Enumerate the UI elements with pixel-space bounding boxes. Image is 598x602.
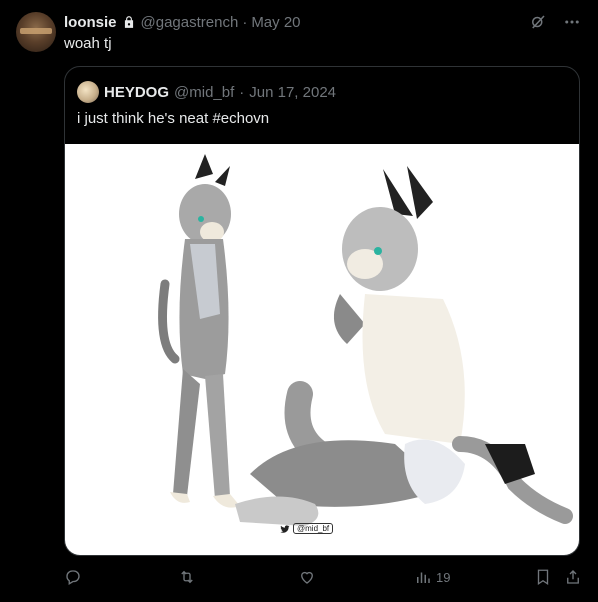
quote-author-avatar bbox=[77, 81, 99, 103]
tweet-text: woah tj bbox=[64, 35, 112, 52]
views-count: 19 bbox=[436, 569, 451, 585]
quote-date: Jun 17, 2024 bbox=[249, 83, 337, 101]
quote-separator-dot: · bbox=[239, 83, 245, 101]
separator-dot: · bbox=[242, 13, 248, 31]
retweet-button[interactable] bbox=[178, 568, 196, 586]
bookmark-icon bbox=[537, 569, 549, 586]
like-icon bbox=[301, 571, 313, 584]
like-button[interactable] bbox=[298, 568, 316, 586]
author-handle[interactable]: @gagastrench bbox=[141, 14, 239, 31]
views-icon bbox=[417, 572, 430, 583]
author-name[interactable]: loonsie bbox=[64, 14, 117, 31]
quoted-tweet[interactable]: HEYDOG @mid_bf · Jun 17, 2024 i just thi… bbox=[64, 66, 580, 556]
bookmark-button[interactable] bbox=[534, 568, 552, 586]
share-button[interactable] bbox=[564, 568, 582, 586]
tweet-action-bar: 19 bbox=[64, 568, 584, 592]
share-icon bbox=[567, 570, 579, 584]
lock-icon bbox=[121, 14, 137, 30]
tweet-top-icons bbox=[528, 12, 582, 32]
quote-author-name: HEYDOG bbox=[104, 83, 170, 101]
tweet-date[interactable]: May 20 bbox=[251, 14, 300, 31]
grok-icon[interactable] bbox=[528, 12, 548, 32]
watermark-text: @mid_bf bbox=[293, 523, 334, 534]
image-watermark: @mid_bf bbox=[280, 523, 334, 534]
author-avatar[interactable] bbox=[16, 12, 56, 52]
more-icon[interactable] bbox=[562, 12, 582, 32]
tweet-header: loonsie @gagastrench · May 20 bbox=[64, 12, 301, 32]
quote-image[interactable]: @mid_bf bbox=[65, 144, 579, 555]
quote-text: i just think he's neat #echovn bbox=[77, 110, 270, 127]
reply-icon bbox=[66, 570, 80, 585]
reply-button[interactable] bbox=[64, 568, 82, 586]
twitter-bird-icon bbox=[280, 524, 290, 533]
standing-character-illustration bbox=[158, 154, 240, 508]
quote-author-handle: @mid_bf bbox=[174, 83, 235, 101]
retweet-icon bbox=[181, 570, 193, 584]
sitting-character-illustration bbox=[235, 166, 573, 526]
views-button[interactable]: 19 bbox=[414, 568, 450, 586]
quote-header: HEYDOG @mid_bf · Jun 17, 2024 bbox=[77, 81, 336, 103]
